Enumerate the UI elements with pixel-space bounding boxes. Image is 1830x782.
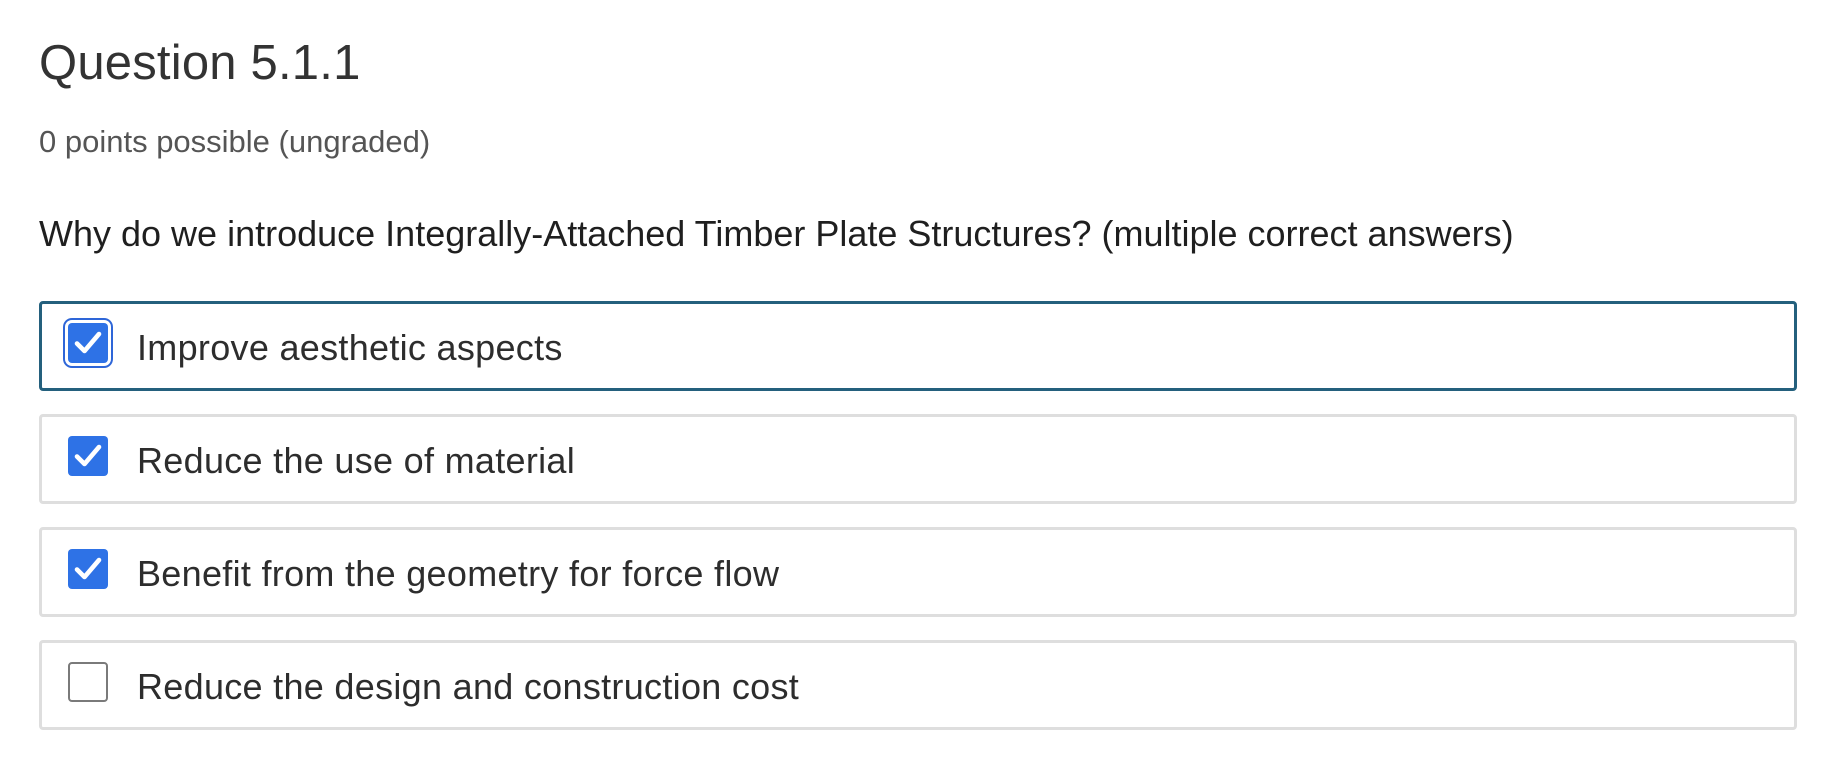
checkmark-icon	[74, 557, 102, 580]
choice-checkbox[interactable]	[68, 662, 108, 702]
choice-label: Benefit from the geometry for force flow	[137, 553, 780, 594]
choice-option[interactable]: Reduce the use of material	[39, 414, 1797, 504]
choice-label: Reduce the design and construction cost	[137, 666, 800, 707]
points-info: 0 points possible (ungraded)	[39, 124, 431, 159]
choice-option[interactable]: Improve aesthetic aspects	[39, 301, 1797, 391]
question-prompt: Why do we introduce Integrally-Attached …	[39, 213, 1514, 254]
question-title: Question 5.1.1	[39, 36, 361, 90]
choice-label: Improve aesthetic aspects	[137, 327, 563, 368]
choice-label: Reduce the use of material	[137, 440, 576, 481]
choice-option[interactable]: Reduce the design and construction cost	[39, 640, 1797, 730]
checkmark-icon	[74, 331, 102, 354]
choice-checkbox[interactable]	[68, 549, 108, 589]
choice-checkbox[interactable]	[68, 436, 108, 476]
checkmark-icon	[74, 444, 102, 467]
choice-checkbox[interactable]	[68, 323, 108, 363]
choice-list: Improve aesthetic aspects Reduce the use…	[39, 301, 1797, 753]
choice-option[interactable]: Benefit from the geometry for force flow	[39, 527, 1797, 617]
